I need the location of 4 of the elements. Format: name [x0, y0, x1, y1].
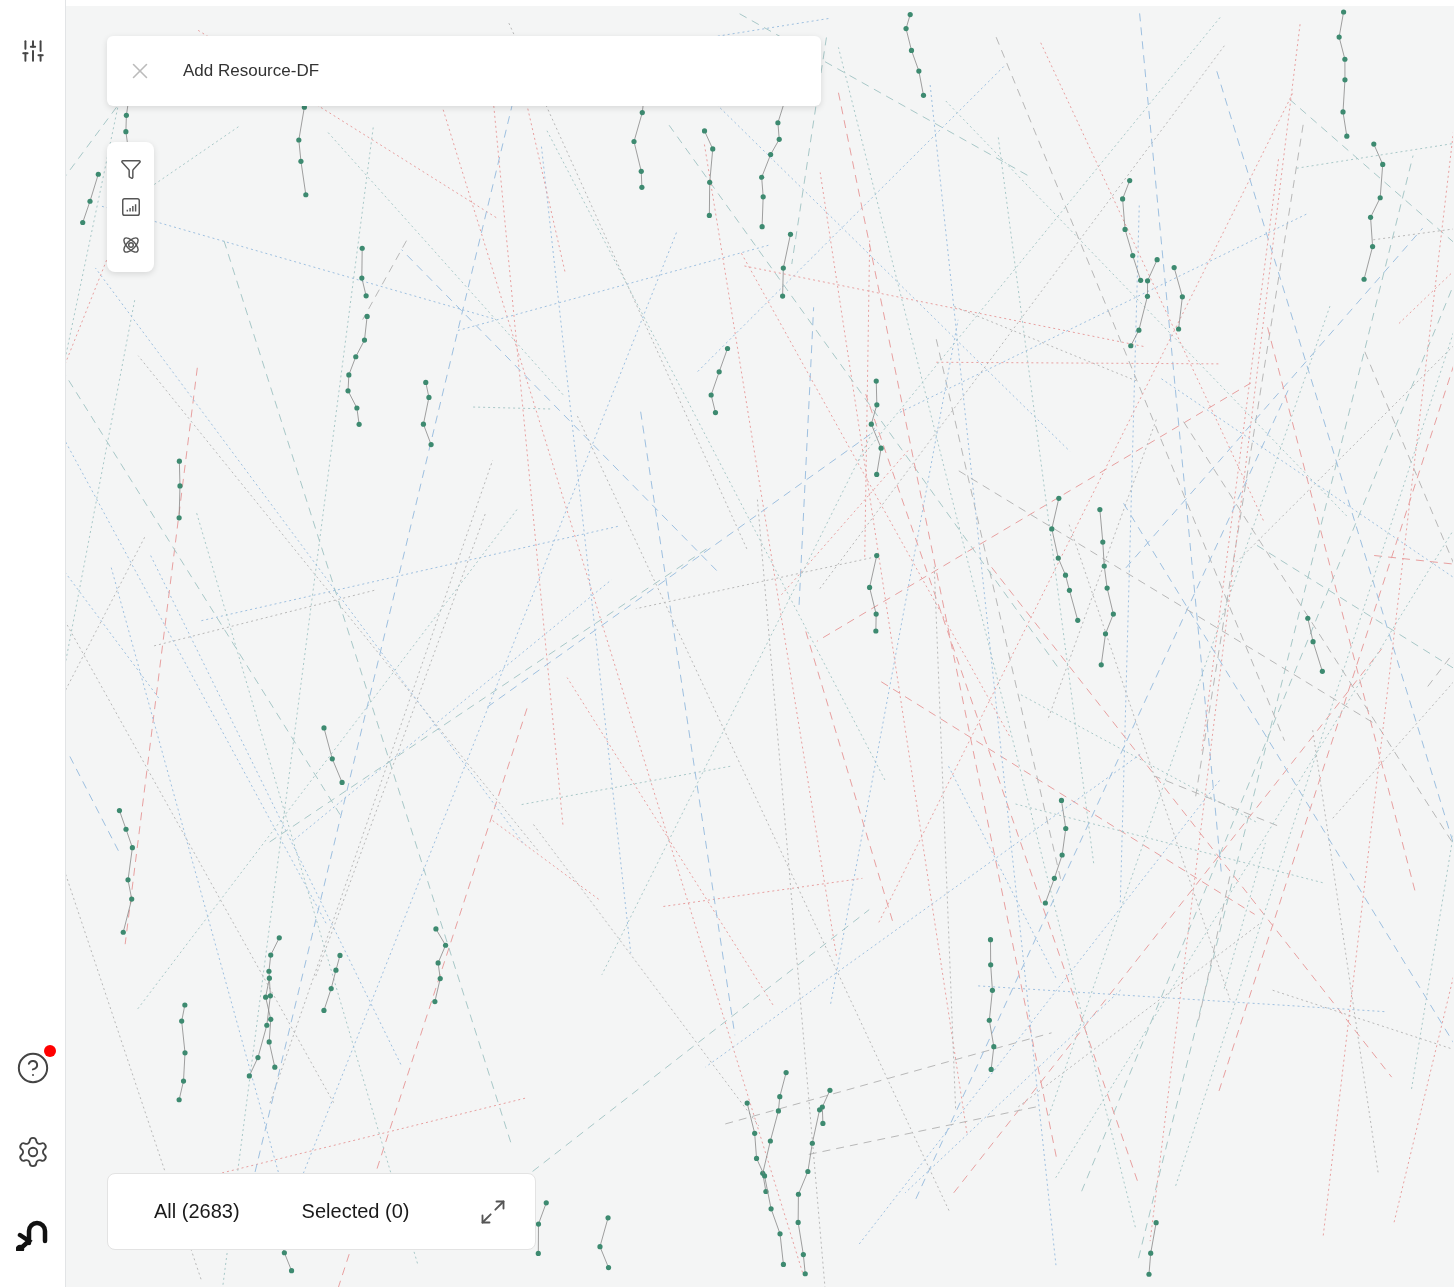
count-tab[interactable]: Selected (0): [301, 1200, 410, 1223]
search-bar[interactable]: Add Resource-DF: [107, 36, 821, 106]
count-tab[interactable]: All (2683): [154, 1200, 240, 1223]
search-field[interactable]: Add Resource-DF: [181, 60, 801, 82]
